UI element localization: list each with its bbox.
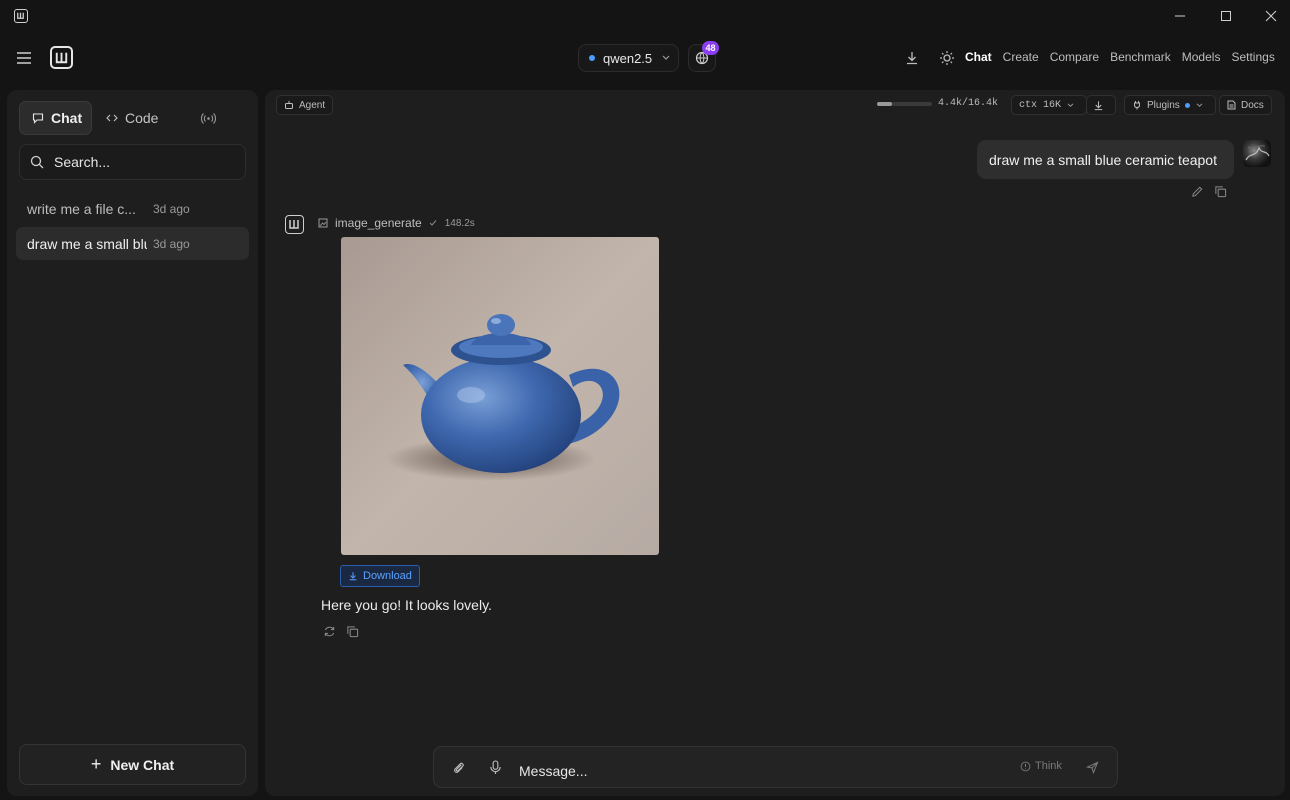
tool-name: image_generate [335,216,422,230]
docs-label: Docs [1241,99,1264,111]
tab-code[interactable]: Code [106,101,158,135]
app-logo-icon [14,9,28,23]
think-toggle[interactable]: Think [1020,760,1062,772]
regenerate-icon[interactable] [323,625,337,639]
nav-chat[interactable]: Chat [965,50,992,64]
conversation-time: 3d ago [153,201,190,216]
nav-settings[interactable]: Settings [1231,50,1274,64]
model-name: qwen2.5 [603,50,653,66]
export-button[interactable] [1086,95,1116,115]
plus-icon: + [90,754,102,774]
avatar[interactable] [1243,140,1271,167]
image-icon [318,218,328,228]
docs-button[interactable]: Docs [1219,95,1272,115]
send-icon[interactable] [1086,761,1099,774]
tool-call[interactable]: image_generate 148.2s [318,216,475,230]
model-status-dot [589,55,595,61]
search-input[interactable]: Search... [54,154,110,170]
tab-chat-label: Chat [51,110,83,126]
download-label: Download [363,570,412,582]
list-item[interactable]: draw me a small blue ceramic teapot 3d a… [16,227,249,260]
notification-badge: 48 [702,41,719,55]
chevron-down-icon [1067,102,1079,108]
think-label: Think [1035,760,1062,772]
search-box[interactable]: Search... [19,144,246,180]
menu-icon[interactable] [16,51,32,65]
tab-code-label: Code [125,110,159,126]
minimize-icon[interactable] [1170,6,1190,26]
tab-chat[interactable]: Chat [19,101,92,135]
copy-icon[interactable] [1214,185,1228,199]
new-chat-button[interactable]: + New Chat [19,744,246,785]
ctx-label: ctx 16K [1019,99,1062,111]
generated-image[interactable] [341,237,659,555]
edit-icon[interactable] [1191,185,1205,199]
search-icon [30,155,54,169]
bulb-icon [1020,761,1035,772]
document-icon [1227,100,1241,110]
plugins-label: Plugins [1147,99,1180,111]
broadcast-icon[interactable] [200,110,217,127]
plugins-selector[interactable]: Plugins [1124,95,1216,115]
app-logo[interactable] [50,46,73,69]
nav-benchmark[interactable]: Benchmark [1110,50,1171,64]
agent-label: Agent [299,99,326,111]
new-chat-label: New Chat [110,756,175,773]
tool-duration: 148.2s [444,217,475,229]
context-usage-bar [877,102,932,106]
conversation-title: write me a file c... [27,200,136,217]
sun-icon[interactable] [939,50,955,66]
user-message: draw me a small blue ceramic teapot [977,140,1234,179]
user-message-text: draw me a small blue ceramic teapot [989,151,1217,168]
message-input[interactable] [519,763,989,779]
token-count: 4.4k/16.4k [938,98,999,109]
download-icon[interactable] [904,50,920,66]
list-item[interactable]: write me a file c... 3d ago [16,192,249,225]
microphone-icon[interactable] [489,760,502,775]
copy-icon[interactable] [346,625,360,639]
top-navigation: Chat Create Compare Benchmark Models Set… [965,50,1286,64]
window-titlebar [0,0,1290,32]
nav-models[interactable]: Models [1182,50,1221,64]
download-icon [348,571,363,581]
close-icon[interactable] [1261,6,1281,26]
assistant-message: Here you go! It looks lovely. [321,597,492,613]
assistant-avatar-icon [285,215,304,234]
nav-compare[interactable]: Compare [1050,50,1099,64]
download-icon [1093,100,1109,111]
conversation-title: draw me a small blue ceramic teapot [27,235,147,252]
chevron-down-icon [662,55,670,61]
checkmark-icon [429,219,437,227]
context-usage-fill [877,102,892,106]
robot-icon [284,100,299,110]
chevron-down-icon [1196,102,1208,108]
maximize-icon[interactable] [1216,6,1236,26]
plug-icon [1132,100,1147,110]
agent-chip[interactable]: Agent [276,95,334,115]
conversation-time: 3d ago [153,236,190,251]
nav-create[interactable]: Create [1003,50,1039,64]
download-button[interactable]: Download [340,565,420,587]
ctx-selector[interactable]: ctx 16K [1011,95,1088,115]
paperclip-icon[interactable] [451,760,466,775]
model-selector[interactable]: qwen2.5 [578,44,679,72]
code-icon [106,113,118,123]
message-icon [32,112,44,124]
plugins-status-dot [1184,102,1190,108]
